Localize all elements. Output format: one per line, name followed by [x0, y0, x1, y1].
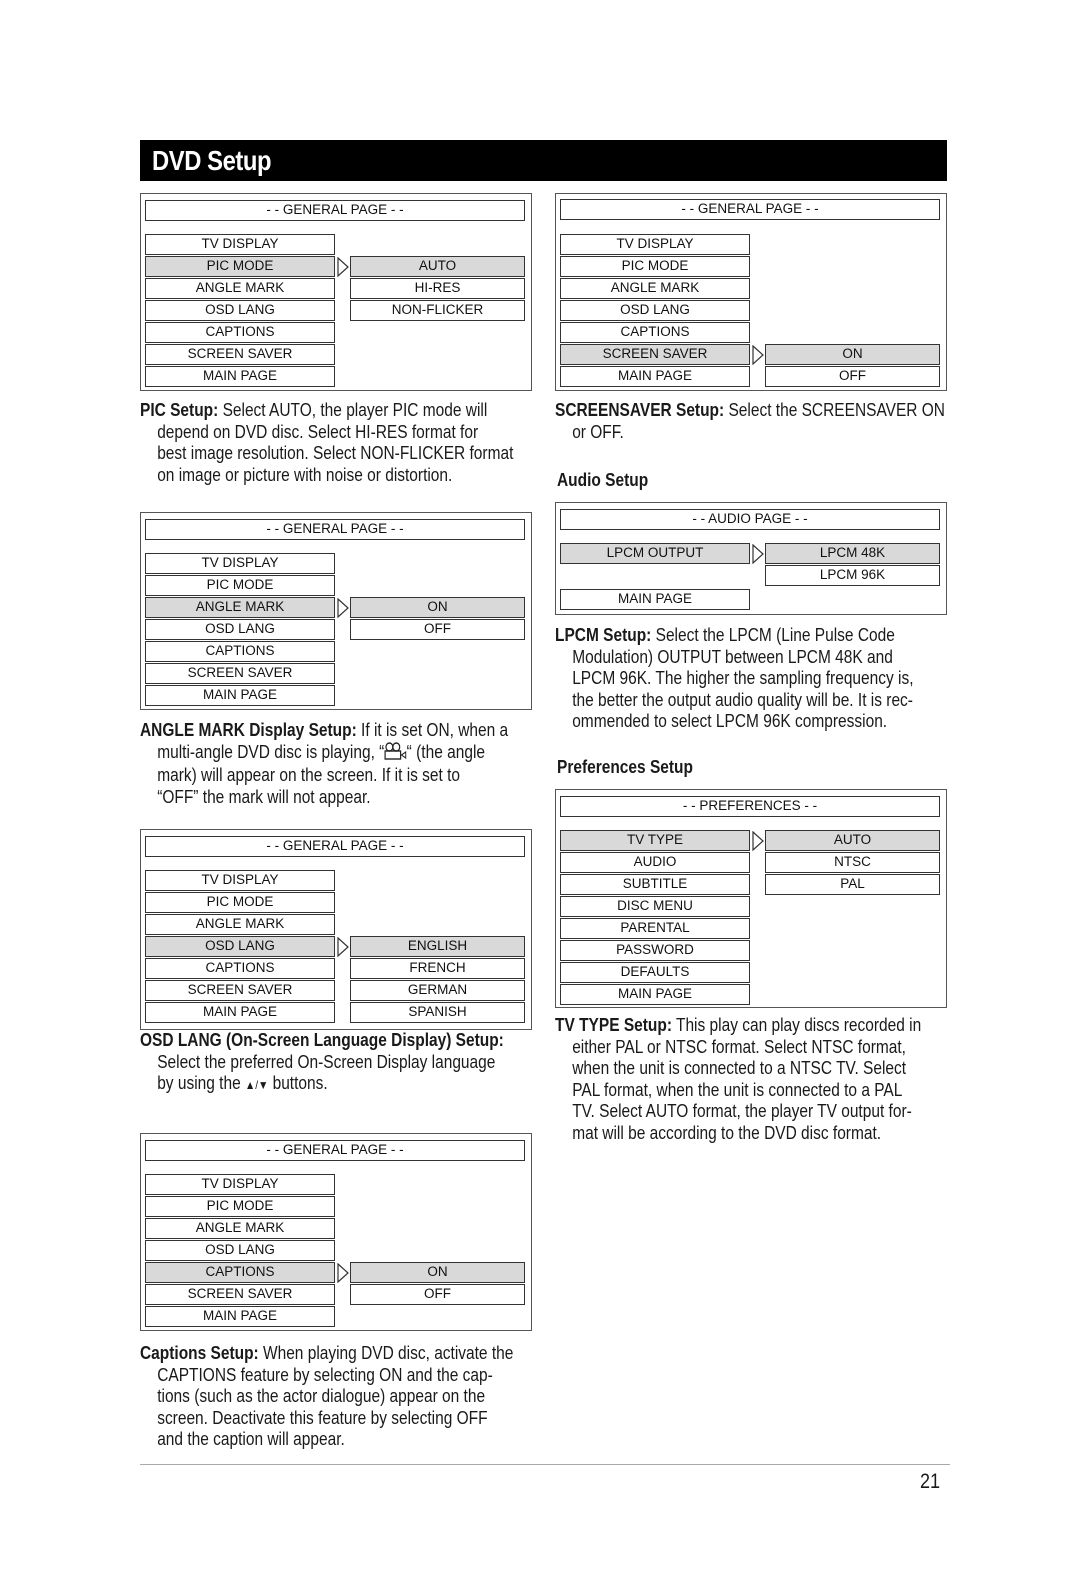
lpcm-description: LPCM Setup: Select the LPCM (Line Pulse … — [555, 625, 914, 731]
pic-setup-label: PIC Setup: — [140, 400, 219, 420]
menu-item-osd-lang[interactable]: OSD LANG — [145, 1240, 335, 1261]
menu-item-angle-mark[interactable]: ANGLE MARK — [560, 278, 750, 299]
option-german[interactable]: GERMAN — [350, 980, 525, 1001]
menu-item-tv-display[interactable]: TV DISPLAY — [560, 234, 750, 255]
option-english[interactable]: ENGLISH — [350, 936, 525, 957]
option-on[interactable]: ON — [350, 597, 525, 618]
menu-item-screen-saver[interactable]: SCREEN SAVER — [560, 344, 750, 365]
menu-item-angle-mark[interactable]: ANGLE MARK — [145, 1218, 335, 1239]
menu-item-main-page[interactable]: MAIN PAGE — [560, 589, 750, 610]
angle-mark-description: ANGLE MARK Display Setup: If it is set O… — [140, 720, 509, 807]
menu-item-osd-lang[interactable]: OSD LANG — [145, 300, 335, 321]
menu-item-tv-display[interactable]: TV DISPLAY — [145, 553, 335, 574]
screensaver-label: SCREENSAVER Setup: — [555, 400, 725, 420]
menu-item-main-page[interactable]: MAIN PAGE — [145, 1002, 335, 1023]
option-on[interactable]: ON — [765, 344, 940, 365]
menu-header: - - AUDIO PAGE - - — [560, 509, 940, 530]
menu-item-pic-mode[interactable]: PIC MODE — [145, 1196, 335, 1217]
menu-item-angle-mark[interactable]: ANGLE MARK — [145, 597, 335, 618]
menu-header: - - GENERAL PAGE - - — [145, 200, 525, 221]
menu-item-pic-mode[interactable]: PIC MODE — [145, 256, 335, 277]
lpcm-label: LPCM Setup: — [555, 625, 652, 645]
page-title-bar: DVD Setup — [140, 140, 947, 181]
option-ntsc[interactable]: NTSC — [765, 852, 940, 873]
menu-item-captions[interactable]: CAPTIONS — [145, 958, 335, 979]
osd-lang-label: OSD LANG (On-Screen Language Display) Se… — [140, 1030, 504, 1050]
general-page-angle-mark-panel: - - GENERAL PAGE - - TV DISPLAY PIC MODE… — [140, 512, 532, 710]
option-on[interactable]: ON — [350, 1262, 525, 1283]
general-page-screen-saver-panel: - - GENERAL PAGE - - TV DISPLAY PIC MODE… — [555, 193, 947, 391]
option-off[interactable]: OFF — [350, 1284, 525, 1305]
option-off[interactable]: OFF — [350, 619, 525, 640]
menu-header: - - GENERAL PAGE - - — [145, 519, 525, 540]
menu-item-pic-mode[interactable]: PIC MODE — [145, 575, 335, 596]
option-hi-res[interactable]: HI-RES — [350, 278, 525, 299]
menu-item-screen-saver[interactable]: SCREEN SAVER — [145, 1284, 335, 1305]
menu-header: - - PREFERENCES - - — [560, 796, 940, 817]
option-spanish[interactable]: SPANISH — [350, 1002, 525, 1023]
menu-item-captions[interactable]: CAPTIONS — [145, 322, 335, 343]
menu-item-captions[interactable]: CAPTIONS — [145, 1262, 335, 1283]
menu-item-angle-mark[interactable]: ANGLE MARK — [145, 914, 335, 935]
menu-item-main-page[interactable]: MAIN PAGE — [560, 366, 750, 387]
audio-page-panel: - - AUDIO PAGE - - LPCM OUTPUT MAIN PAGE… — [555, 502, 947, 615]
general-page-osd-lang-panel: - - GENERAL PAGE - - TV DISPLAY PIC MODE… — [140, 829, 532, 1030]
menu-item-pic-mode[interactable]: PIC MODE — [145, 892, 335, 913]
option-non-flicker[interactable]: NON-FLICKER — [350, 300, 525, 321]
menu-item-parental[interactable]: PARENTAL — [560, 918, 750, 939]
up-down-buttons-icon: ▲/▼ — [244, 1078, 269, 1092]
menu-item-captions[interactable]: CAPTIONS — [560, 322, 750, 343]
footer-divider — [140, 1464, 950, 1465]
tv-type-description: TV TYPE Setup: This play can play discs … — [555, 1015, 922, 1143]
menu-item-main-page[interactable]: MAIN PAGE — [560, 984, 750, 1005]
menu-item-screen-saver[interactable]: SCREEN SAVER — [145, 344, 335, 365]
menu-item-tv-type[interactable]: TV TYPE — [560, 830, 750, 851]
menu-item-tv-display[interactable]: TV DISPLAY — [145, 870, 335, 891]
osd-lang-description: OSD LANG (On-Screen Language Display) Se… — [140, 1030, 504, 1093]
menu-item-captions[interactable]: CAPTIONS — [145, 641, 335, 662]
audio-setup-heading: Audio Setup — [557, 470, 649, 490]
option-lpcm-48k[interactable]: LPCM 48K — [765, 543, 940, 564]
angle-mark-label: ANGLE MARK Display Setup: — [140, 720, 357, 740]
preferences-setup-heading: Preferences Setup — [557, 757, 693, 777]
general-page-captions-panel: - - GENERAL PAGE - - TV DISPLAY PIC MODE… — [140, 1133, 532, 1331]
option-pal[interactable]: PAL — [765, 874, 940, 895]
menu-item-password[interactable]: PASSWORD — [560, 940, 750, 961]
menu-item-subtitle[interactable]: SUBTITLE — [560, 874, 750, 895]
menu-item-main-page[interactable]: MAIN PAGE — [145, 685, 335, 706]
preferences-page-panel: - - PREFERENCES - - TV TYPE AUDIO SUBTIT… — [555, 789, 947, 1008]
menu-item-lpcm-output[interactable]: LPCM OUTPUT — [560, 543, 750, 564]
option-lpcm-96k[interactable]: LPCM 96K — [765, 565, 940, 586]
menu-item-osd-lang[interactable]: OSD LANG — [145, 936, 335, 957]
menu-item-osd-lang[interactable]: OSD LANG — [145, 619, 335, 640]
menu-item-angle-mark[interactable]: ANGLE MARK — [145, 278, 335, 299]
general-page-pic-mode-panel: - - GENERAL PAGE - - TV DISPLAY PIC MODE… — [140, 193, 532, 391]
camera-angle-icon — [384, 741, 407, 766]
menu-item-defaults[interactable]: DEFAULTS — [560, 962, 750, 983]
option-auto[interactable]: AUTO — [350, 256, 525, 277]
page-title: DVD Setup — [152, 145, 272, 176]
menu-header: - - GENERAL PAGE - - — [560, 199, 940, 220]
tv-type-label: TV TYPE Setup: — [555, 1015, 672, 1035]
page-number: 21 — [920, 1470, 941, 1493]
menu-item-tv-display[interactable]: TV DISPLAY — [145, 234, 335, 255]
menu-item-main-page[interactable]: MAIN PAGE — [145, 366, 335, 387]
menu-item-pic-mode[interactable]: PIC MODE — [560, 256, 750, 277]
menu-item-screen-saver[interactable]: SCREEN SAVER — [145, 663, 335, 684]
menu-item-audio[interactable]: AUDIO — [560, 852, 750, 873]
screensaver-description: SCREENSAVER Setup: Select the SCREENSAVE… — [555, 400, 945, 442]
menu-item-tv-display[interactable]: TV DISPLAY — [145, 1174, 335, 1195]
option-french[interactable]: FRENCH — [350, 958, 525, 979]
captions-description: Captions Setup: When playing DVD disc, a… — [140, 1343, 514, 1449]
option-off[interactable]: OFF — [765, 366, 940, 387]
pic-setup-description: PIC Setup: Select AUTO, the player PIC m… — [140, 400, 514, 485]
menu-item-disc-menu[interactable]: DISC MENU — [560, 896, 750, 917]
menu-header: - - GENERAL PAGE - - — [145, 1140, 525, 1161]
captions-label: Captions Setup: — [140, 1343, 259, 1363]
menu-item-main-page[interactable]: MAIN PAGE — [145, 1306, 335, 1327]
option-auto[interactable]: AUTO — [765, 830, 940, 851]
menu-item-screen-saver[interactable]: SCREEN SAVER — [145, 980, 335, 1001]
menu-header: - - GENERAL PAGE - - — [145, 836, 525, 857]
menu-item-osd-lang[interactable]: OSD LANG — [560, 300, 750, 321]
